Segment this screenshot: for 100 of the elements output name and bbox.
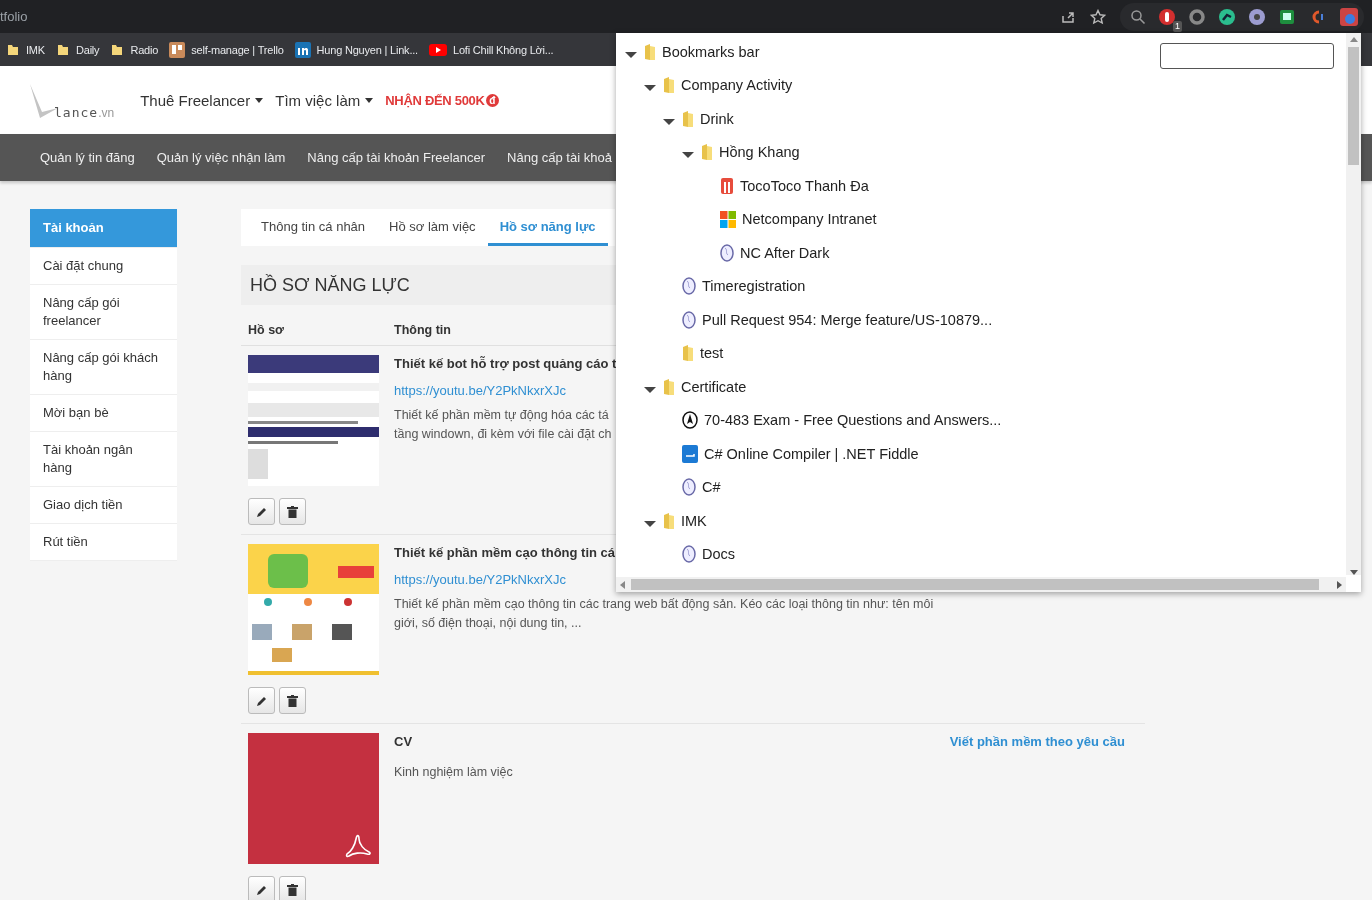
bookmark-tree-item[interactable]: Drink: [700, 110, 734, 127]
folder-icon: [55, 42, 70, 57]
menu-link[interactable]: Quản lý việc nhận làm: [156, 150, 286, 165]
search-field[interactable]: [1160, 43, 1334, 69]
scroll-down-icon[interactable]: [1349, 570, 1358, 575]
horizontal-scrollbar[interactable]: [616, 577, 1346, 592]
tab[interactable]: Hồ sơ làm việc: [377, 209, 488, 246]
expand-arrow-icon[interactable]: [644, 84, 656, 93]
bookmark-tree-item[interactable]: Timeregistration: [702, 278, 806, 295]
ring-icon[interactable]: [1188, 7, 1206, 26]
delete-button[interactable]: [279, 498, 306, 525]
cup-icon: [720, 176, 734, 195]
board-icon: [169, 41, 186, 58]
menu-link[interactable]: Nâng cấp tài khoả: [507, 150, 612, 165]
scrollbar-thumb[interactable]: [1348, 47, 1359, 165]
promo-link[interactable]: NHẬN ĐẾN 500K đ: [385, 92, 499, 108]
nav-link[interactable]: Thuê Freelancer: [140, 91, 264, 109]
bookmark-tree-item[interactable]: Certificate: [681, 378, 747, 395]
bookmark-tree-item[interactable]: Company Activity: [681, 77, 793, 94]
star-icon[interactable]: [1090, 8, 1106, 25]
bookmark-tree-item[interactable]: NC After Dark: [740, 244, 830, 261]
column-header: Thông tin: [394, 323, 451, 337]
edit-button[interactable]: [248, 876, 275, 900]
portfolio-title: Thiết kế bot hỗ trợ post quảng cáo t: [394, 356, 617, 371]
bookmark-tree-item[interactable]: test: [700, 345, 724, 362]
page-title: tfolio: [0, 9, 28, 24]
trash-icon: [287, 883, 298, 896]
expand-arrow-icon[interactable]: [663, 117, 675, 126]
portfolio-description: Kinh nghiệm làm việc: [394, 764, 513, 781]
scroll-left-icon[interactable]: [620, 580, 625, 589]
bookmark-item[interactable]: IMK: [6, 42, 45, 57]
edit-button[interactable]: [248, 498, 275, 525]
folder-icon: [663, 511, 675, 530]
bookmark-tree-item[interactable]: Pull Request 954: Merge feature/US-10879...: [702, 311, 993, 328]
section-title: HỒ SƠ NĂNG LỰC: [250, 274, 410, 296]
expand-arrow-icon[interactable]: [644, 385, 656, 394]
portfolio-title: CV: [394, 734, 413, 749]
bookmark-tree-item[interactable]: C# Online Compiler | .NET Fiddle: [704, 445, 919, 462]
globe-icon: [682, 310, 696, 329]
expand-arrow-icon[interactable]: [644, 519, 656, 528]
pencil-icon: [255, 694, 268, 707]
bookmark-tree-item[interactable]: Docs: [702, 546, 736, 563]
linkedin-icon: [294, 41, 311, 58]
folder-icon: [6, 42, 20, 57]
delete-button[interactable]: [279, 687, 306, 714]
expand-arrow-icon[interactable]: [625, 50, 637, 59]
folder-icon: [682, 344, 694, 363]
disc-icon[interactable]: [1248, 7, 1266, 26]
windows-icon: [720, 210, 736, 229]
globe-icon: [682, 277, 696, 296]
compass-icon: [682, 411, 698, 430]
nav-link[interactable]: Tìm việc làm: [275, 91, 374, 109]
globe-icon: [682, 478, 696, 497]
folder-icon: [644, 42, 656, 61]
sheet-icon[interactable]: [1278, 7, 1296, 26]
bookmark-tree-item[interactable]: TocoToco Thanh Đa: [740, 177, 869, 194]
expand-arrow-icon[interactable]: [682, 151, 694, 160]
folder-icon: [663, 76, 675, 95]
extension-icon[interactable]: [1218, 7, 1236, 26]
portfolio-title: Thiết kế phần mềm cạo thông tin cá: [394, 545, 616, 560]
column-header: Hồ sơ: [248, 323, 285, 337]
globe-icon: [720, 243, 734, 262]
bookmark-tree-item[interactable]: C#: [702, 479, 721, 496]
profile-icon[interactable]: [1338, 5, 1360, 28]
folder-icon: [701, 143, 713, 162]
extension-badge: 1: [1173, 20, 1182, 32]
menu-link[interactable]: Quản lý tin đăng: [40, 150, 135, 165]
portfolio-description: tầng windown, đi kèm với file cài đặt ch: [394, 426, 612, 443]
pdf-icon: [345, 832, 371, 858]
scroll-right-icon[interactable]: [1337, 580, 1342, 589]
portfolio-description: Thiết kế phần mềm cạo thông tin các trang web bất động sản. Kéo các loại thông tin như: tên môi giới, số điện thoại, nội dung tin, ...: [394, 596, 935, 632]
bookmark-tree-item[interactable]: 70-483 Exam - Free Questions and Answers...: [704, 412, 1002, 429]
tab[interactable]: Thông tin cá nhân: [249, 209, 378, 246]
bookmark-item[interactable]: Hung Nguyen | Link...: [294, 41, 418, 58]
tab[interactable]: Hồ sơ năng lực: [487, 209, 608, 246]
folder-icon: [682, 109, 694, 128]
menu-link[interactable]: Nâng cấp tài khoản Freelancer: [307, 150, 486, 165]
bookmark-tree-item[interactable]: Netcompany Intranet: [742, 211, 877, 228]
scroll-up-icon[interactable]: [1349, 37, 1358, 42]
folder-icon: [110, 42, 125, 57]
globe-icon: [682, 545, 696, 564]
bookmark-item[interactable]: Lofi Chill Không Lời...: [428, 42, 554, 57]
bookmark-item[interactable]: Daily: [55, 42, 100, 57]
bookmark-tree-item[interactable]: IMK: [681, 512, 707, 529]
scrollbar-thumb[interactable]: [631, 579, 1319, 590]
fiddle-icon: [682, 444, 698, 463]
vertical-scrollbar[interactable]: [1346, 33, 1361, 575]
play-icon: [428, 42, 447, 57]
bookmark-item[interactable]: self-manage | Trello: [169, 41, 284, 58]
extension-icon[interactable]: [1158, 7, 1176, 26]
site-logo[interactable]: lance.vn: [28, 80, 115, 120]
bookmark-tree-item[interactable]: Hồng Khang: [719, 144, 800, 161]
pencil-icon: [255, 883, 268, 896]
bookmark-tree-item[interactable]: Bookmarks bar: [662, 43, 760, 60]
trash-icon: [287, 505, 298, 518]
portfolio-description: Thiết kế phần mềm tự động hóa các tá: [394, 407, 609, 424]
bookmark-item[interactable]: Radio: [110, 42, 159, 57]
delete-button[interactable]: [279, 876, 306, 900]
edit-button[interactable]: [248, 687, 275, 714]
search-icon[interactable]: [1130, 8, 1146, 25]
